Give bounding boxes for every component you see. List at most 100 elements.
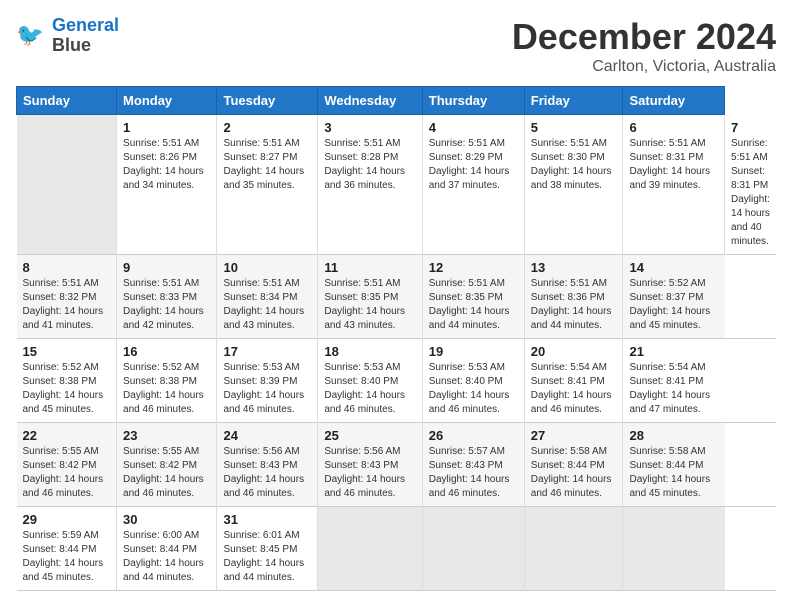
logo-text: General Blue (52, 16, 119, 56)
week-row-1: 1 Sunrise: 5:51 AMSunset: 8:26 PMDaylight… (17, 115, 777, 255)
day-info: Sunrise: 5:56 AMSunset: 8:43 PMDaylight:… (324, 445, 415, 501)
day-number: 5 (531, 120, 617, 135)
day-number: 20 (531, 344, 617, 359)
day-info: Sunrise: 5:51 AMSunset: 8:34 PMDaylight:… (223, 277, 311, 333)
day-info: Sunrise: 5:51 AMSunset: 8:30 PMDaylight:… (531, 137, 617, 193)
calendar-cell: 2Sunrise: 5:51 AMSunset: 8:27 PMDaylight… (217, 115, 318, 255)
empty-cell (17, 115, 117, 255)
day-number: 8 (23, 260, 111, 275)
day-number: 30 (123, 512, 210, 527)
day-info: Sunrise: 5:51 AMSunset: 8:26 PMDaylight:… (123, 137, 210, 193)
day-number: 11 (324, 260, 415, 275)
day-header-monday: Monday (117, 87, 217, 115)
day-number: 3 (324, 120, 415, 135)
day-number: 29 (23, 512, 111, 527)
calendar-cell: 8 Sunrise: 5:51 AMSunset: 8:32 PMDaylight… (17, 254, 117, 338)
day-number: 1 (123, 120, 210, 135)
calendar-table: SundayMondayTuesdayWednesdayThursdayFrid… (16, 86, 776, 591)
week-row-5: 29 Sunrise: 5:59 AMSunset: 8:44 PMDayligh… (17, 506, 777, 590)
calendar-cell: 14 Sunrise: 5:52 AMSunset: 8:37 PMDayligh… (623, 254, 725, 338)
day-header-tuesday: Tuesday (217, 87, 318, 115)
day-info: Sunrise: 6:01 AMSunset: 8:45 PMDaylight:… (223, 529, 311, 585)
calendar-cell: 3 Sunrise: 5:51 AMSunset: 8:28 PMDaylight… (318, 115, 422, 255)
header: 🐦 General Blue December 2024 Carlton, Vi… (16, 16, 776, 76)
title-area: December 2024 Carlton, Victoria, Austral… (512, 16, 776, 76)
day-number: 24 (223, 428, 311, 443)
logo-icon: 🐦 (16, 20, 48, 52)
calendar-cell: 13 Sunrise: 5:51 AMSunset: 8:36 PMDayligh… (524, 254, 623, 338)
location-subtitle: Carlton, Victoria, Australia (512, 58, 776, 76)
calendar-header-row: SundayMondayTuesdayWednesdayThursdayFrid… (17, 87, 777, 115)
day-number: 9 (123, 260, 210, 275)
day-header-sunday: Sunday (17, 87, 117, 115)
logo-line2: Blue (52, 35, 91, 55)
day-info: Sunrise: 5:54 AMSunset: 8:41 PMDaylight:… (629, 361, 718, 417)
day-number: 25 (324, 428, 415, 443)
day-number: 28 (629, 428, 718, 443)
day-info: Sunrise: 5:51 AMSunset: 8:29 PMDaylight:… (429, 137, 518, 193)
day-info: Sunrise: 5:51 AMSunset: 8:27 PMDaylight:… (223, 137, 311, 193)
month-title: December 2024 (512, 16, 776, 58)
calendar-cell (422, 506, 524, 590)
calendar-cell: 16 Sunrise: 5:52 AMSunset: 8:38 PMDayligh… (117, 338, 217, 422)
day-info: Sunrise: 5:52 AMSunset: 8:38 PMDaylight:… (23, 361, 111, 417)
day-number: 10 (223, 260, 311, 275)
calendar-cell: 20 Sunrise: 5:54 AMSunset: 8:41 PMDayligh… (524, 338, 623, 422)
calendar-cell: 23 Sunrise: 5:55 AMSunset: 8:42 PMDayligh… (117, 422, 217, 506)
day-info: Sunrise: 5:53 AMSunset: 8:39 PMDaylight:… (223, 361, 311, 417)
day-info: Sunrise: 5:55 AMSunset: 8:42 PMDaylight:… (23, 445, 111, 501)
day-info: Sunrise: 5:53 AMSunset: 8:40 PMDaylight:… (429, 361, 518, 417)
day-info: Sunrise: 5:52 AMSunset: 8:37 PMDaylight:… (629, 277, 718, 333)
day-info: Sunrise: 5:51 AMSunset: 8:31 PMDaylight:… (731, 137, 770, 249)
calendar-cell: 24 Sunrise: 5:56 AMSunset: 8:43 PMDayligh… (217, 422, 318, 506)
day-info: Sunrise: 5:58 AMSunset: 8:44 PMDaylight:… (629, 445, 718, 501)
svg-text:🐦: 🐦 (16, 22, 44, 47)
day-info: Sunrise: 5:56 AMSunset: 8:43 PMDaylight:… (223, 445, 311, 501)
calendar-cell: 19Sunrise: 5:53 AMSunset: 8:40 PMDayligh… (422, 338, 524, 422)
calendar-cell: 4 Sunrise: 5:51 AMSunset: 8:29 PMDaylight… (422, 115, 524, 255)
day-number: 14 (629, 260, 718, 275)
calendar-cell: 6 Sunrise: 5:51 AMSunset: 8:31 PMDaylight… (623, 115, 725, 255)
day-info: Sunrise: 6:00 AMSunset: 8:44 PMDaylight:… (123, 529, 210, 585)
calendar-cell: 21Sunrise: 5:54 AMSunset: 8:41 PMDayligh… (623, 338, 725, 422)
day-info: Sunrise: 5:51 AMSunset: 8:32 PMDaylight:… (23, 277, 111, 333)
day-info: Sunrise: 5:51 AMSunset: 8:28 PMDaylight:… (324, 137, 415, 193)
calendar-cell: 28 Sunrise: 5:58 AMSunset: 8:44 PMDayligh… (623, 422, 725, 506)
day-header-wednesday: Wednesday (318, 87, 422, 115)
calendar-cell: 5 Sunrise: 5:51 AMSunset: 8:30 PMDaylight… (524, 115, 623, 255)
calendar-cell: 18 Sunrise: 5:53 AMSunset: 8:40 PMDayligh… (318, 338, 422, 422)
calendar-cell: 27Sunrise: 5:58 AMSunset: 8:44 PMDayligh… (524, 422, 623, 506)
day-number: 15 (23, 344, 111, 359)
day-number: 6 (629, 120, 718, 135)
calendar-cell: 17Sunrise: 5:53 AMSunset: 8:39 PMDayligh… (217, 338, 318, 422)
day-info: Sunrise: 5:51 AMSunset: 8:31 PMDaylight:… (629, 137, 718, 193)
day-number: 23 (123, 428, 210, 443)
calendar-cell (623, 506, 725, 590)
day-info: Sunrise: 5:51 AMSunset: 8:35 PMDaylight:… (324, 277, 415, 333)
calendar-cell: 15 Sunrise: 5:52 AMSunset: 8:38 PMDayligh… (17, 338, 117, 422)
day-info: Sunrise: 5:59 AMSunset: 8:44 PMDaylight:… (23, 529, 111, 585)
day-number: 16 (123, 344, 210, 359)
day-info: Sunrise: 5:52 AMSunset: 8:38 PMDaylight:… (123, 361, 210, 417)
day-number: 22 (23, 428, 111, 443)
calendar-cell (318, 506, 422, 590)
day-info: Sunrise: 5:53 AMSunset: 8:40 PMDaylight:… (324, 361, 415, 417)
calendar-cell: 30 Sunrise: 6:00 AMSunset: 8:44 PMDayligh… (117, 506, 217, 590)
day-info: Sunrise: 5:51 AMSunset: 8:36 PMDaylight:… (531, 277, 617, 333)
day-header-thursday: Thursday (422, 87, 524, 115)
day-info: Sunrise: 5:57 AMSunset: 8:43 PMDaylight:… (429, 445, 518, 501)
day-number: 27 (531, 428, 617, 443)
calendar-cell: 10 Sunrise: 5:51 AMSunset: 8:34 PMDayligh… (217, 254, 318, 338)
day-header-saturday: Saturday (623, 87, 725, 115)
day-info: Sunrise: 5:54 AMSunset: 8:41 PMDaylight:… (531, 361, 617, 417)
day-number: 13 (531, 260, 617, 275)
week-row-4: 22 Sunrise: 5:55 AMSunset: 8:42 PMDayligh… (17, 422, 777, 506)
logo-line1: General (52, 15, 119, 35)
day-number: 7 (731, 120, 770, 135)
calendar-cell: 12Sunrise: 5:51 AMSunset: 8:35 PMDayligh… (422, 254, 524, 338)
day-info: Sunrise: 5:55 AMSunset: 8:42 PMDaylight:… (123, 445, 210, 501)
day-number: 26 (429, 428, 518, 443)
day-number: 18 (324, 344, 415, 359)
week-row-2: 8 Sunrise: 5:51 AMSunset: 8:32 PMDaylight… (17, 254, 777, 338)
day-number: 4 (429, 120, 518, 135)
